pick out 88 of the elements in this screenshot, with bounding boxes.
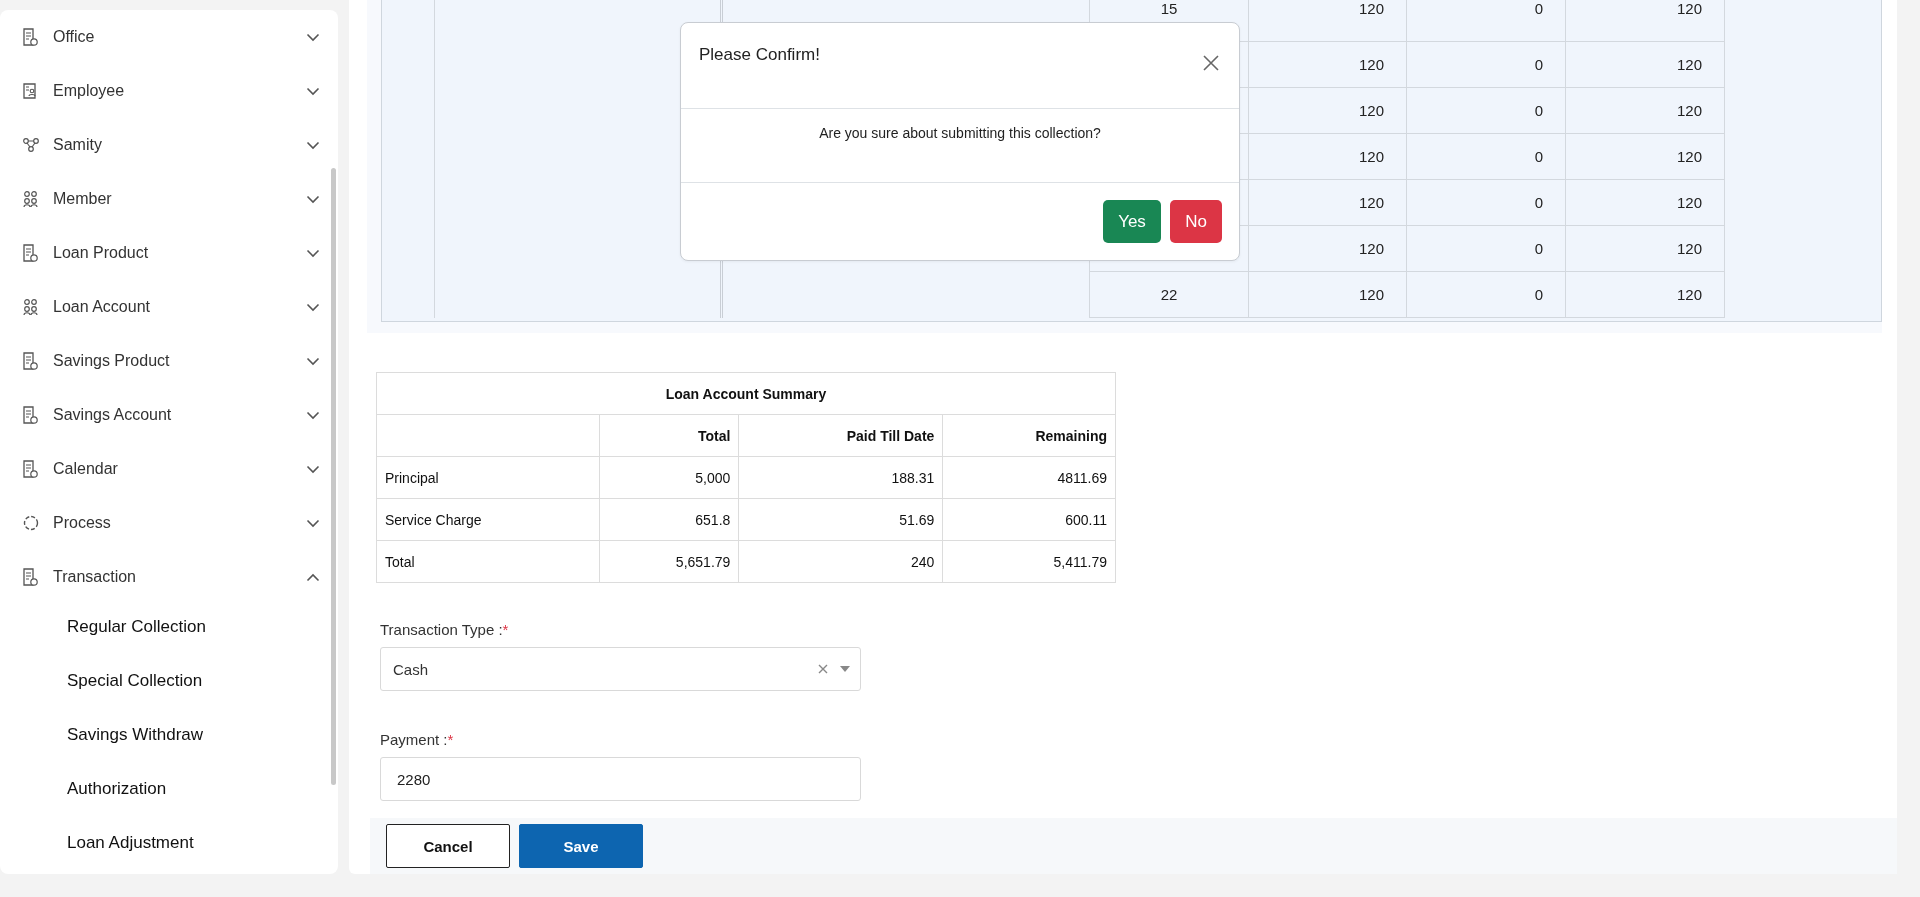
dialog-message: Are you sure about submitting this collection? bbox=[819, 125, 1101, 141]
clear-icon bbox=[818, 664, 828, 674]
required-mark: * bbox=[447, 731, 454, 749]
table-cell: 120 bbox=[1249, 226, 1407, 272]
sidebar-item[interactable]: Savings Account bbox=[0, 388, 338, 442]
table-cell: 120 bbox=[1566, 42, 1725, 88]
sidebar-item[interactable]: Loan Account bbox=[0, 280, 338, 334]
document-icon bbox=[22, 568, 40, 586]
table-cell: 0 bbox=[1407, 88, 1566, 134]
menu-label: Calendar bbox=[53, 460, 119, 478]
table-cell: 0 bbox=[1407, 272, 1566, 318]
table-cell: 120 bbox=[1249, 134, 1407, 180]
table-cell: 120 bbox=[1566, 226, 1725, 272]
document-icon bbox=[22, 460, 40, 478]
menu-label: Loan Account bbox=[53, 298, 151, 316]
sidebar-item[interactable]: Employee bbox=[0, 64, 338, 118]
people-icon bbox=[22, 190, 40, 208]
dashed-circle-icon bbox=[22, 514, 40, 532]
sidebar-item[interactable]: Calendar bbox=[0, 442, 338, 496]
submenu-item[interactable]: Authorization bbox=[0, 762, 167, 816]
sidebar-item[interactable]: Process bbox=[0, 496, 338, 550]
yes-button[interactable]: Yes bbox=[1103, 200, 1161, 243]
table-cell: 188.31 bbox=[738, 456, 943, 499]
save-button[interactable]: Save bbox=[519, 824, 643, 868]
table-cell: 600.11 bbox=[942, 498, 1116, 541]
document-icon bbox=[22, 28, 40, 46]
table-cell: 120 bbox=[1566, 134, 1725, 180]
table-cell: 120 bbox=[1249, 42, 1407, 88]
table-cell: 5,411.79 bbox=[942, 540, 1116, 583]
sidebar-item[interactable]: Savings Product bbox=[0, 334, 338, 388]
close-icon bbox=[1203, 55, 1219, 71]
no-button[interactable]: No bbox=[1170, 200, 1222, 243]
menu-label: Member bbox=[53, 190, 113, 208]
table-cell: 120 bbox=[1249, 180, 1407, 226]
submenu-item[interactable]: Savings Withdraw bbox=[0, 708, 204, 762]
table-cell: Principal bbox=[376, 456, 600, 499]
input-field[interactable]: 2280 bbox=[380, 757, 861, 801]
menu-label: Transaction bbox=[53, 568, 137, 586]
menu-label: Office bbox=[53, 28, 96, 46]
caret-down-icon bbox=[840, 666, 850, 672]
table-cell: 120 bbox=[1249, 0, 1407, 42]
people-icon bbox=[22, 298, 40, 316]
sidebar-item[interactable]: Office bbox=[0, 10, 338, 64]
table-cell: 0 bbox=[1407, 134, 1566, 180]
submenu-item[interactable]: Special Collection bbox=[0, 654, 203, 708]
table-title: Loan Account Summary bbox=[376, 372, 1116, 415]
document-icon bbox=[22, 352, 40, 370]
table-cell: 51.69 bbox=[738, 498, 943, 541]
table-cell: 240 bbox=[738, 540, 943, 583]
document-icon bbox=[22, 244, 40, 262]
table-cell: 22 bbox=[1090, 272, 1249, 318]
scrollbar[interactable] bbox=[331, 168, 336, 785]
field-label: Transaction Type : bbox=[380, 621, 503, 639]
submenu-item[interactable]: Loan Adjustment bbox=[0, 816, 194, 870]
table-cell: 120 bbox=[1566, 180, 1725, 226]
table-cell: 0 bbox=[1407, 226, 1566, 272]
table-cell: Total bbox=[376, 540, 600, 583]
table-cell: 120 bbox=[1249, 272, 1407, 318]
table-cell: 120 bbox=[1566, 0, 1725, 42]
dialog-title: Please Confirm! bbox=[699, 45, 820, 65]
menu-label: Loan Product bbox=[53, 244, 150, 262]
table-cell: 5,000 bbox=[599, 456, 739, 499]
sidebar-item[interactable]: Samity bbox=[0, 118, 338, 172]
cancel-button[interactable]: Cancel bbox=[386, 824, 510, 868]
table-cell: 5,651.79 bbox=[599, 540, 739, 583]
table-cell: 651.8 bbox=[599, 498, 739, 541]
table-cell: 120 bbox=[1566, 272, 1725, 318]
table-cell: 0 bbox=[1407, 0, 1566, 42]
sidebar-item[interactable]: Member bbox=[0, 172, 338, 226]
sidebar-item[interactable]: Loan Product bbox=[0, 226, 338, 280]
table-cell: 120 bbox=[1566, 88, 1725, 134]
menu-label: Samity bbox=[53, 136, 103, 154]
select-field[interactable]: Cash bbox=[380, 647, 861, 691]
menu-label: Process bbox=[53, 514, 112, 532]
menu-label: Savings Product bbox=[53, 352, 171, 370]
table-cell: 4811.69 bbox=[942, 456, 1116, 499]
table-cell: 0 bbox=[1407, 42, 1566, 88]
menu-label: Savings Account bbox=[53, 406, 173, 424]
table-cell: Service Charge bbox=[376, 498, 600, 541]
column-header: Total bbox=[599, 414, 739, 457]
column-header: Remaining bbox=[942, 414, 1116, 457]
document-icon bbox=[22, 406, 40, 424]
column-header: Paid Till Date bbox=[738, 414, 943, 457]
table-cell: 120 bbox=[1249, 88, 1407, 134]
field-label: Payment : bbox=[380, 731, 448, 749]
menu-label: Employee bbox=[53, 82, 126, 100]
table-cell: 0 bbox=[1407, 180, 1566, 226]
people-network-icon bbox=[22, 136, 40, 154]
